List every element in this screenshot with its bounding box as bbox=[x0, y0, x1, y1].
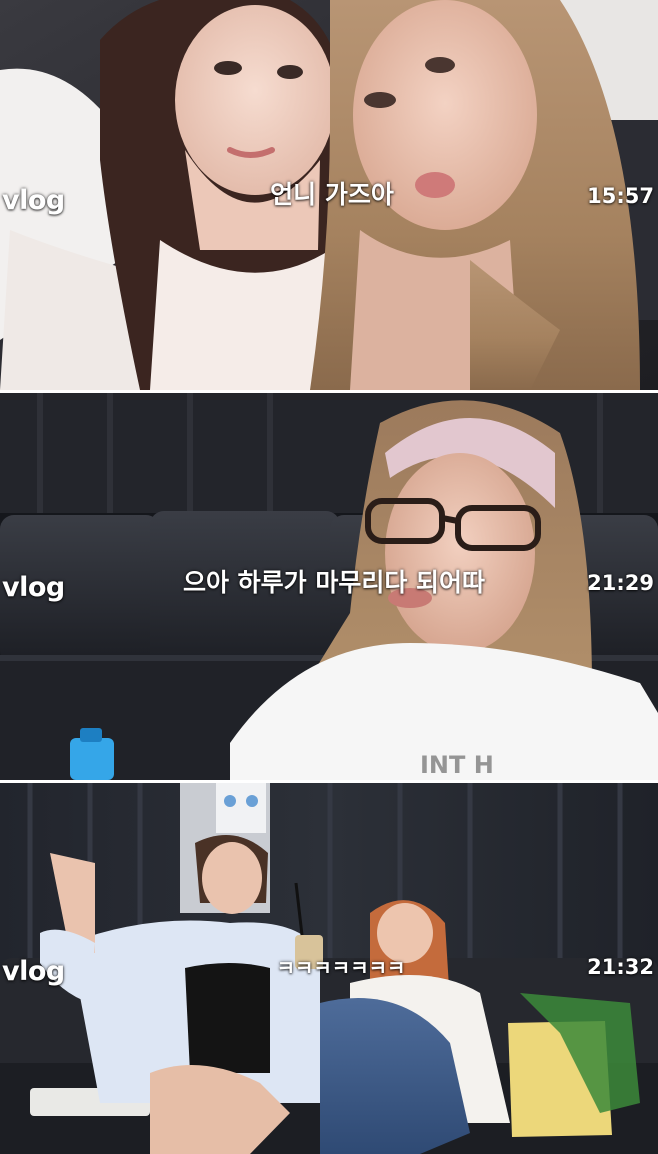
timestamp: 15:57 bbox=[587, 184, 654, 208]
video-frame-2: INT H vlog 으아 하루가 마무리다 되어따 21:29 bbox=[0, 393, 658, 780]
subtitle-caption: ㅋㅋㅋㅋㅋㅋㅋ bbox=[276, 956, 406, 980]
video-frame-1: vlog 언니 가즈아 15:57 bbox=[0, 0, 658, 390]
svg-text:INT H: INT H bbox=[420, 751, 494, 779]
subtitle-caption: 언니 가즈아 bbox=[270, 180, 394, 209]
subtitle-caption: 으아 하루가 마무리다 되어따 bbox=[182, 568, 486, 597]
timestamp: 21:32 bbox=[587, 955, 654, 979]
timestamp: 21:29 bbox=[587, 571, 654, 595]
video-frame-3: vlog ㅋㅋㅋㅋㅋㅋㅋ 21:32 bbox=[0, 783, 658, 1154]
